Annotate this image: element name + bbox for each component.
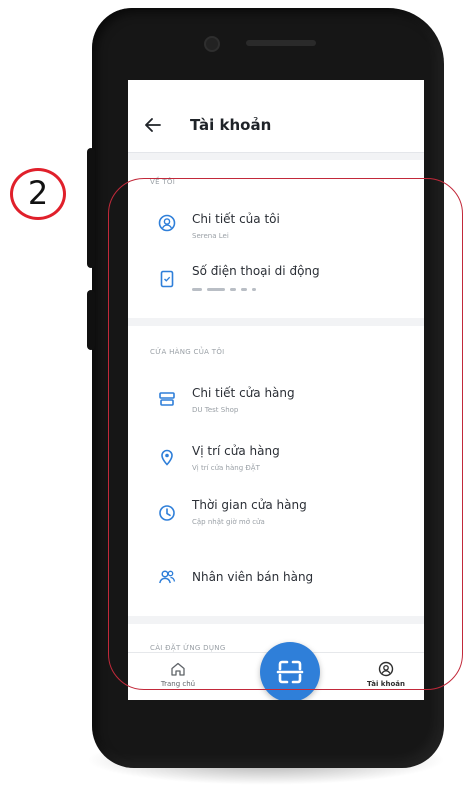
phone-volume-button <box>87 148 95 268</box>
earpiece <box>246 40 316 46</box>
front-camera <box>204 36 220 52</box>
app-header: Tài khoản <box>128 80 424 153</box>
back-arrow-icon[interactable] <box>144 116 162 134</box>
page-title: Tài khoản <box>190 116 272 134</box>
phone-power-button <box>87 290 95 350</box>
highlight-box <box>108 178 463 690</box>
annotation-number: 2 <box>27 174 49 212</box>
